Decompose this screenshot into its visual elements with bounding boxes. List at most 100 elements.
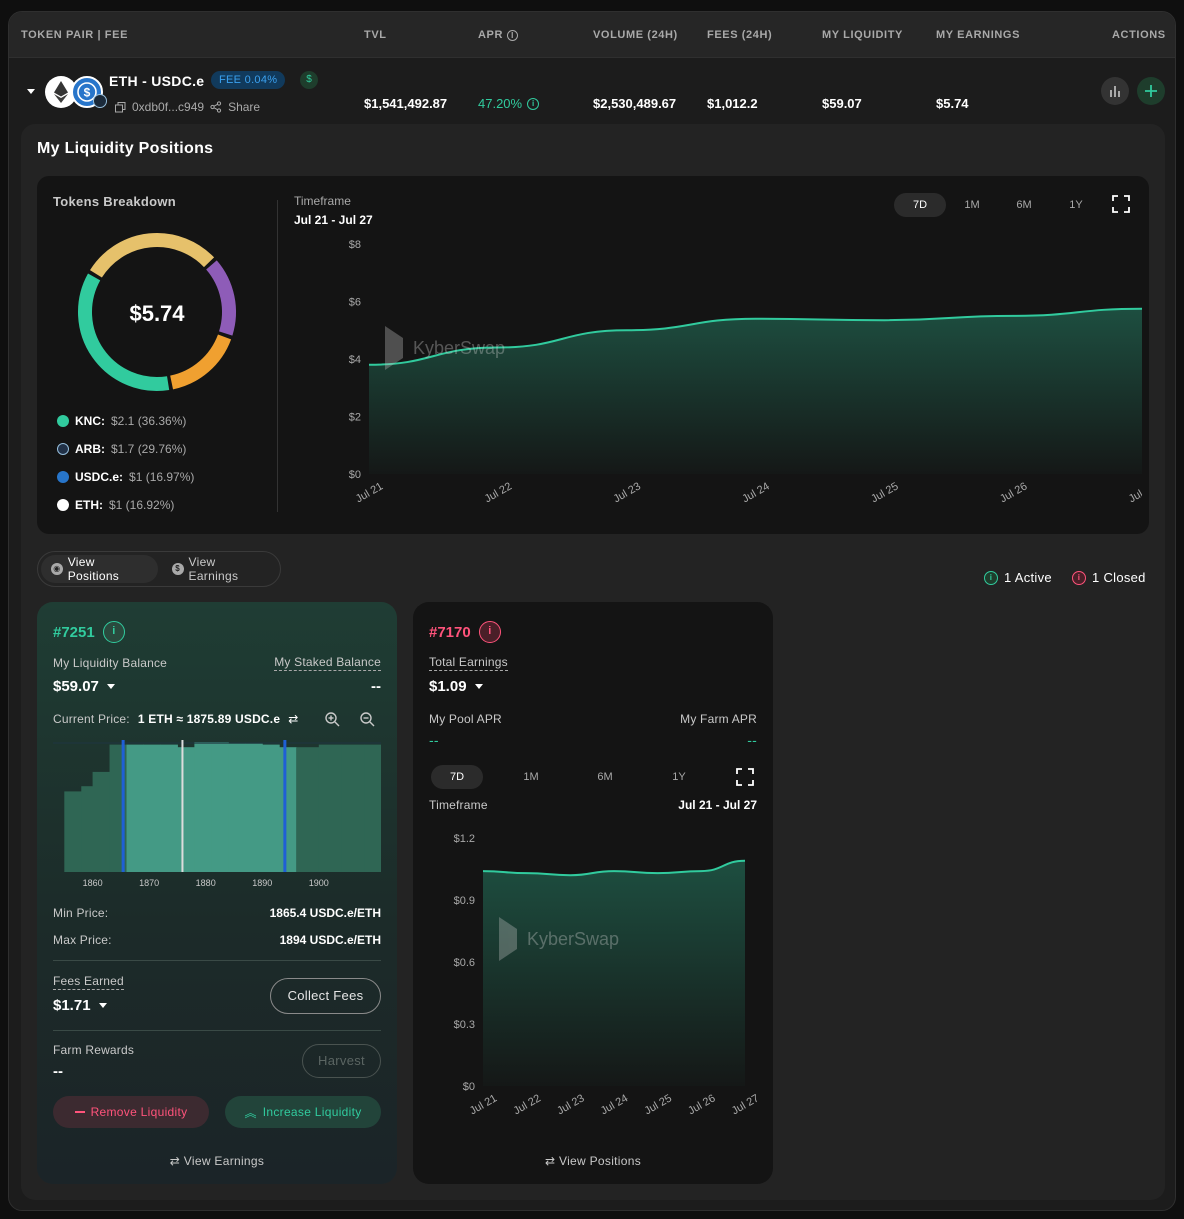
closed-count-label: 1 Closed: [1092, 570, 1146, 585]
tab-7d[interactable]: 7D: [431, 765, 483, 789]
table-header: TOKEN PAIR | FEE TVL APR i VOLUME (24H) F…: [9, 12, 1175, 58]
chevron-down-icon[interactable]: [27, 89, 35, 94]
earnings-area-chart: $0 $2 $4 $6 $8 KyberSwap Jul 21 Jul 22 Jul 23 Jul…: [349, 239, 1142, 505]
farm-icon[interactable]: $: [300, 71, 318, 89]
info-icon[interactable]: i: [478, 621, 501, 643]
x-tick-label: 1890: [252, 878, 272, 888]
col-apr[interactable]: APR i: [478, 29, 519, 41]
collect-fees-button[interactable]: Collect Fees: [270, 978, 381, 1014]
my-earnings-value: $5.74: [936, 96, 969, 111]
swap-icon[interactable]: ⇄: [288, 712, 298, 726]
col-apr-label: APR: [478, 29, 504, 41]
knc-token-icon: [57, 415, 69, 427]
apr-text: 47.20%: [478, 96, 523, 111]
eth-token-icon: [57, 499, 69, 511]
donut-slice[interactable]: [90, 233, 215, 278]
remove-liquidity-button[interactable]: Remove Liquidity: [53, 1096, 209, 1128]
legend-item-usdce: USDC.e: $1 (16.97%): [57, 470, 194, 484]
col-volume[interactable]: VOLUME (24H): [593, 29, 678, 41]
view-positions-tab[interactable]: ◉ View Positions: [41, 555, 158, 583]
view-positions-link[interactable]: ⇄ View Positions: [413, 1154, 773, 1168]
timeframe-selector: 7D 1M 6M 1Y: [431, 765, 705, 789]
view-earnings-tab[interactable]: $ View Earnings: [162, 555, 277, 583]
zoom-in-icon[interactable]: [324, 711, 340, 727]
increase-liquidity-button[interactable]: ︽ Increase Liquidity: [225, 1096, 381, 1128]
x-tick-label: Jul 24: [740, 480, 771, 505]
tvl-value: $1,541,492.87: [364, 96, 448, 111]
view-earnings-link[interactable]: ⇄ View Earnings: [37, 1154, 397, 1168]
y-tick-label: $0.6: [454, 957, 475, 969]
tab-1m[interactable]: 1M: [946, 193, 998, 217]
liquidity-bar: [194, 742, 212, 872]
info-icon[interactable]: i: [102, 621, 125, 643]
timeframe-selector: 7D 1M 6M 1Y: [894, 193, 1102, 217]
series-area: [369, 308, 1142, 474]
active-count[interactable]: i 1 Active: [984, 570, 1052, 585]
donut-slice[interactable]: [206, 260, 236, 336]
y-tick-label: $4: [349, 354, 361, 366]
double-chevron-up-icon: ︽: [244, 1105, 257, 1120]
y-tick-label: $0.9: [454, 895, 475, 907]
divider: [53, 1030, 381, 1031]
x-tick-label: Jul 25: [642, 1092, 673, 1117]
position-card-closed: #7170 i Total Earnings $1.09 My Pool APR …: [413, 602, 773, 1184]
copy-icon[interactable]: [115, 101, 126, 113]
table-row[interactable]: $ ETH - USDC.e FEE 0.04% $ 0xdb0f...c949…: [9, 59, 1175, 125]
legend-symbol: ETH:: [75, 498, 103, 512]
closed-count[interactable]: i 1 Closed: [1072, 570, 1146, 585]
tab-1m[interactable]: 1M: [505, 765, 557, 789]
share-link[interactable]: Share: [228, 100, 260, 114]
total-earnings-text: $1.09: [429, 678, 467, 695]
y-tick-label: $0.3: [454, 1019, 475, 1031]
range-handle[interactable]: [283, 740, 287, 872]
fullscreen-icon[interactable]: [736, 768, 754, 786]
add-liquidity-button[interactable]: [1137, 77, 1165, 105]
farm-rewards-value: --: [53, 1063, 63, 1080]
position-id: #7170 i: [429, 621, 501, 643]
fees-value: $1,012.2: [707, 96, 758, 111]
donut-slice[interactable]: [78, 273, 170, 391]
total-earnings-value[interactable]: $1.09: [429, 678, 483, 695]
col-tvl-label: TVL: [364, 29, 387, 41]
legend-symbol: KNC:: [75, 414, 105, 428]
liquidity-bar: [177, 747, 195, 872]
token-pair[interactable]: ETH - USDC.e: [109, 73, 204, 89]
donut-slice[interactable]: [169, 334, 232, 390]
x-tick-label: Jul 26: [998, 480, 1029, 505]
fees-earned-value[interactable]: $1.71: [53, 997, 107, 1014]
liquidity-balance-value[interactable]: $59.07: [53, 678, 115, 695]
x-tick-label: Jul 26: [686, 1092, 717, 1117]
analytics-button[interactable]: [1101, 77, 1129, 105]
col-my-liquidity[interactable]: MY LIQUIDITY: [822, 29, 903, 41]
current-price-line: [181, 740, 184, 872]
harvest-button[interactable]: Harvest: [302, 1044, 381, 1078]
fullscreen-icon[interactable]: [1112, 195, 1130, 213]
info-icon[interactable]: i: [527, 97, 540, 110]
current-price: Current Price: 1 ETH ≈ 1875.89 USDC.e ⇄: [53, 712, 298, 726]
position-earnings-chart: $0 $0.3 $0.6 $0.9 $1.2 KyberSwap Jul 21 Jul 22 J…: [454, 833, 762, 1117]
legend-item-eth: ETH: $1 (16.92%): [57, 498, 174, 512]
pools-table: TOKEN PAIR | FEE TVL APR i VOLUME (24H) F…: [8, 11, 1176, 1211]
liquidity-bar: [245, 743, 263, 872]
range-handle[interactable]: [121, 740, 125, 872]
info-icon[interactable]: i: [507, 29, 519, 41]
share-icon[interactable]: [210, 101, 222, 113]
liquidity-bar: [364, 744, 381, 872]
col-tvl[interactable]: TVL: [364, 29, 387, 41]
tab-7d[interactable]: 7D: [894, 193, 946, 217]
divider: [277, 200, 278, 512]
col-fees[interactable]: FEES (24H): [707, 29, 772, 41]
zoom-out-icon[interactable]: [359, 711, 375, 727]
tab-6m[interactable]: 6M: [998, 193, 1050, 217]
fee-badge: FEE 0.04%: [211, 71, 286, 89]
tab-6m[interactable]: 6M: [579, 765, 631, 789]
tab-1y[interactable]: 1Y: [1050, 193, 1102, 217]
tab-1y[interactable]: 1Y: [653, 765, 705, 789]
series-area: [483, 860, 745, 1086]
x-tick-label: 1900: [309, 878, 329, 888]
col-pair-fee[interactable]: TOKEN PAIR | FEE: [21, 29, 128, 41]
col-my-earnings[interactable]: MY EARNINGS: [936, 29, 1020, 41]
col-pair-fee-label: TOKEN PAIR | FEE: [21, 29, 129, 41]
position-id: #7251 i: [53, 621, 125, 643]
price-range-chart[interactable]: 1860 1870 1880 1890 1900: [53, 738, 381, 896]
